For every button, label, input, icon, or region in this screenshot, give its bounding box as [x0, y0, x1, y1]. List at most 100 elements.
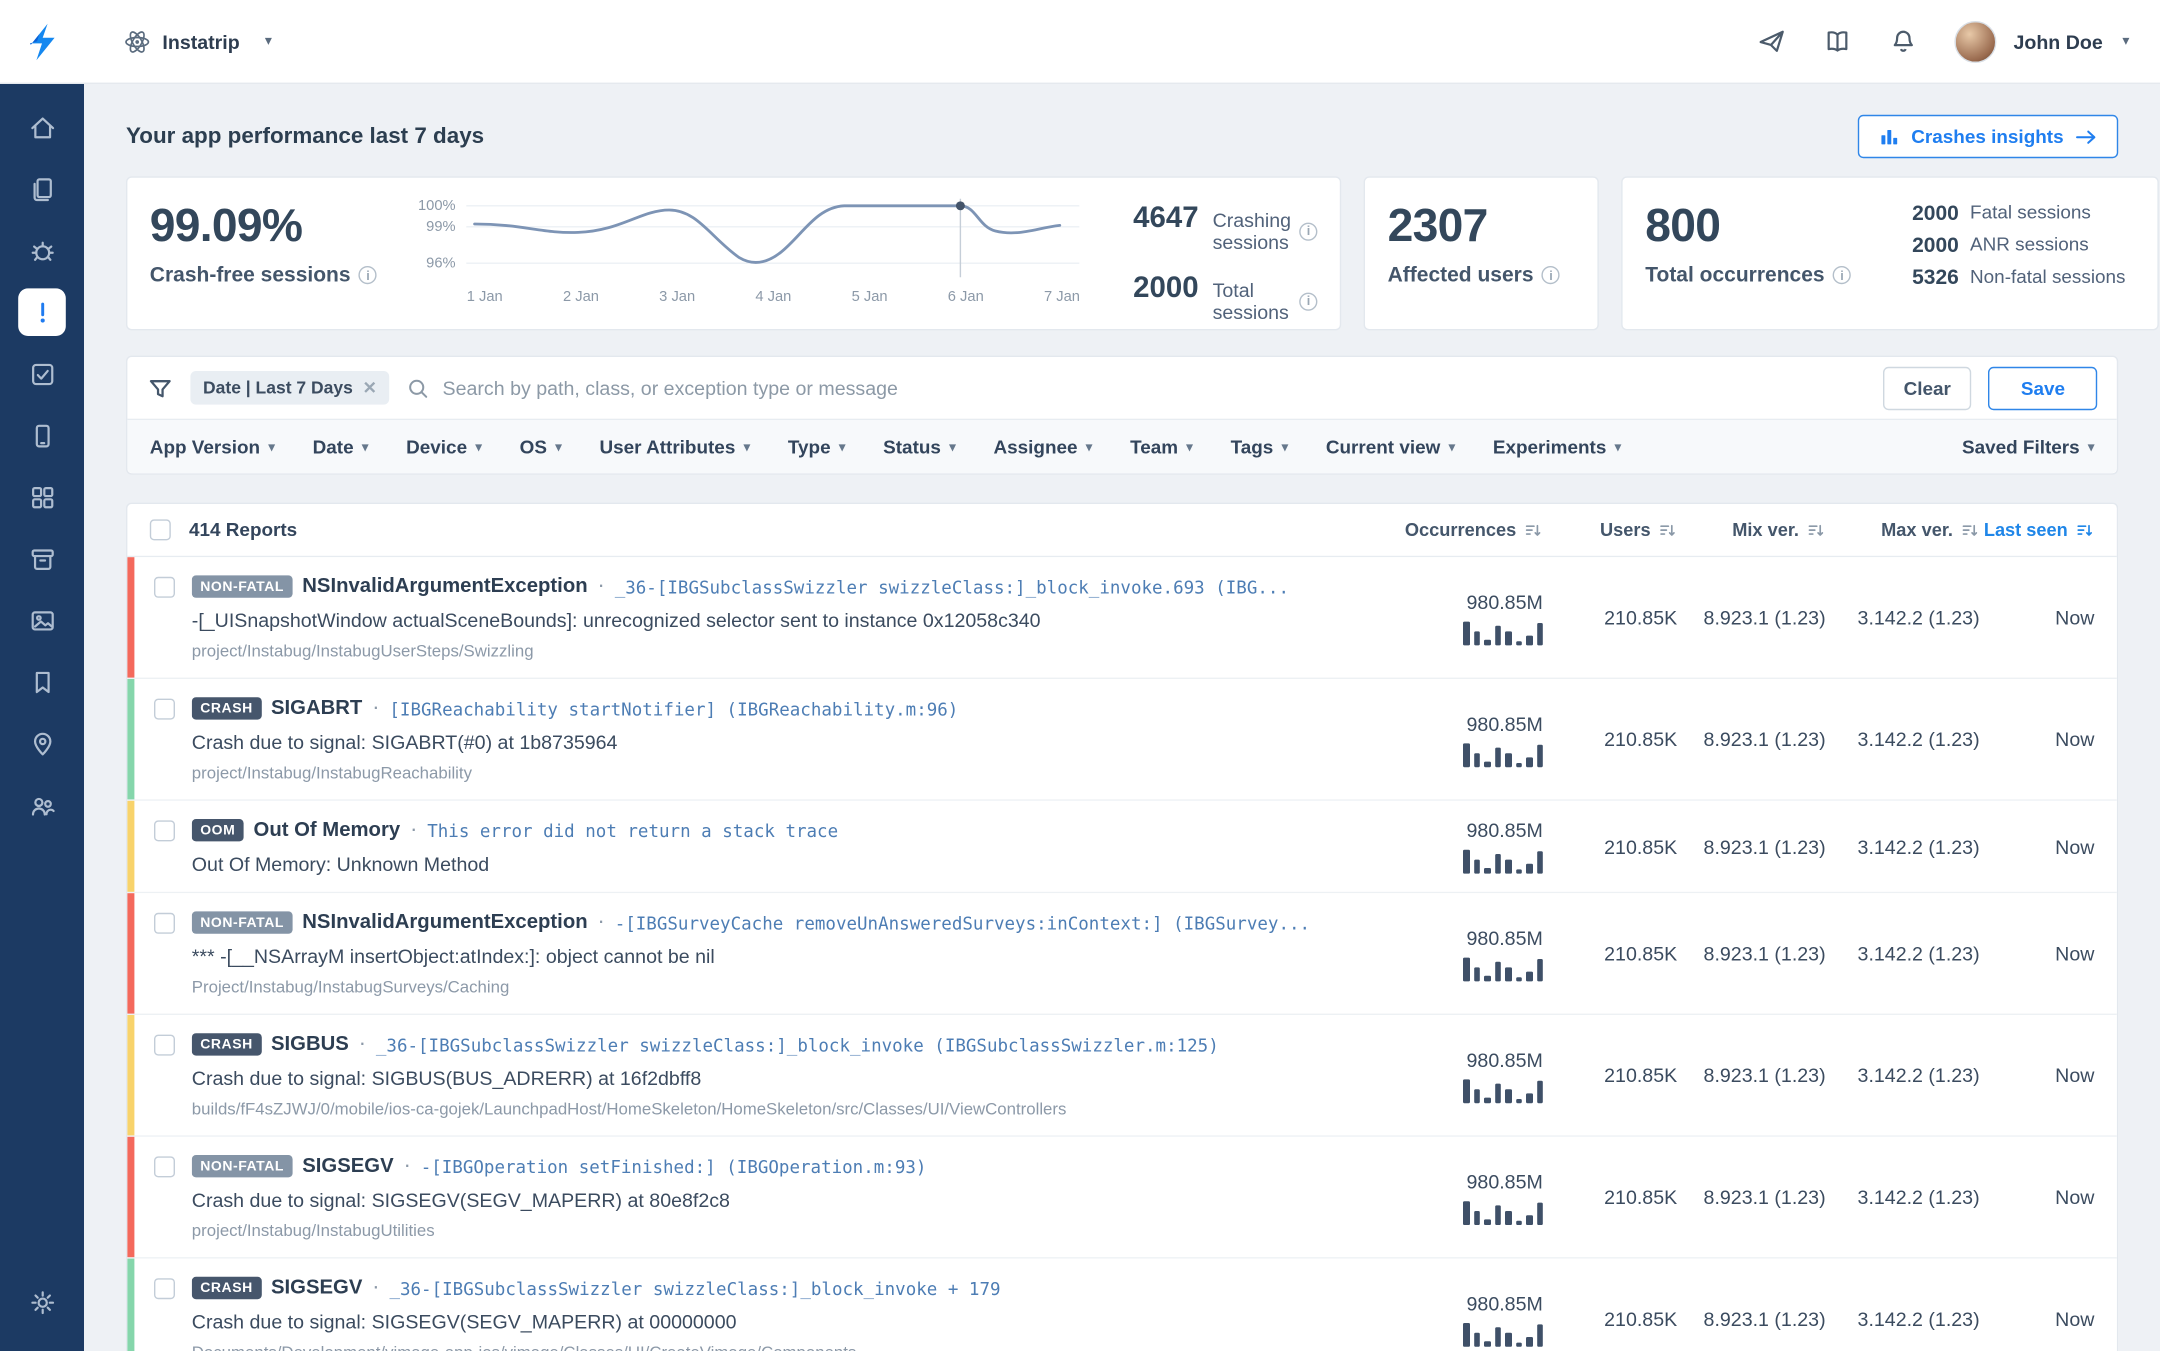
grid-apps-nav-item[interactable] — [18, 473, 66, 521]
last-seen-value: Now — [1980, 1308, 2095, 1330]
apm-device-nav-item[interactable] — [18, 412, 66, 460]
row-checkbox[interactable] — [154, 1278, 175, 1299]
total-sessions-value: 2000 — [1133, 272, 1198, 306]
report-row[interactable]: CRASHSIGBUS·_36-[IBGSubclassSwizzler swi… — [127, 1015, 2116, 1137]
clear-button[interactable]: Clear — [1883, 366, 1972, 409]
report-code: _36-[IBGSubclassSwizzler swizzleClass:]_… — [615, 576, 1289, 597]
info-icon[interactable]: i — [359, 266, 377, 284]
filter-status[interactable]: Status▾ — [883, 436, 956, 457]
filter-assignee[interactable]: Assignee▾ — [993, 436, 1092, 457]
reports-table: 414 Reports OccurrencesUsersMix ver.Max … — [126, 503, 2118, 1351]
crashes-nav-item[interactable] — [18, 288, 66, 336]
users-value: 210.85K — [1543, 1064, 1677, 1086]
bug-report-nav-item[interactable] — [18, 227, 66, 275]
separator: · — [359, 1032, 366, 1057]
severity-strip — [127, 679, 134, 799]
users-value: 210.85K — [1543, 942, 1677, 964]
date-filter-chip[interactable]: Date | Last 7 Days ✕ — [190, 371, 389, 405]
team-nav-item[interactable] — [18, 781, 66, 829]
report-row[interactable]: NON-FATALNSInvalidArgumentException·-[IB… — [127, 893, 2116, 1015]
bookmark-nav-item[interactable] — [18, 658, 66, 706]
surveys-nav-item[interactable] — [18, 350, 66, 398]
separator: · — [597, 910, 604, 935]
info-icon[interactable]: i — [1299, 222, 1317, 240]
filter-app-version[interactable]: App Version▾ — [150, 436, 275, 457]
close-icon[interactable]: ✕ — [363, 378, 377, 398]
row-checkbox[interactable] — [154, 699, 175, 720]
x-axis-label: 7 Jan — [1044, 288, 1080, 305]
select-all-checkbox[interactable] — [150, 519, 171, 540]
report-row[interactable]: OOMOut Of Memory·This error did not retu… — [127, 801, 2116, 893]
report-row[interactable]: CRASHSIGSEGV·_36-[IBGSubclassSwizzler sw… — [127, 1259, 2116, 1351]
filter-device[interactable]: Device▾ — [406, 436, 482, 457]
filter-tags[interactable]: Tags▾ — [1231, 436, 1288, 457]
report-path: project/Instabug/InstabugReachability — [192, 763, 1358, 783]
save-button[interactable]: Save — [1989, 366, 2098, 409]
user-menu-chevron-icon[interactable]: ▾ — [2122, 34, 2129, 49]
mix-version-value: 8.923.1 (1.23) — [1677, 606, 1825, 628]
info-icon[interactable]: i — [1299, 292, 1317, 310]
row-checkbox[interactable] — [154, 577, 175, 598]
column-header-users[interactable]: Users — [1543, 519, 1677, 540]
occurrences-sparkline — [1463, 850, 1543, 874]
severity-badge: NON-FATAL — [192, 575, 293, 597]
column-header-mix[interactable]: Mix ver. — [1677, 519, 1825, 540]
breakdown-value: 5326 — [1903, 266, 1959, 290]
chevron-down-icon: ▾ — [265, 34, 272, 49]
info-icon[interactable]: i — [1833, 266, 1851, 284]
crashing-sessions-label: Crashing sessions — [1213, 209, 1291, 254]
filter-type[interactable]: Type▾ — [788, 436, 845, 457]
release-notes-nav-item[interactable] — [18, 165, 66, 213]
archive-nav-item[interactable] — [18, 535, 66, 583]
instabug-logo[interactable] — [0, 20, 84, 62]
filter-user-attributes[interactable]: User Attributes▾ — [600, 436, 751, 457]
users-value: 210.85K — [1543, 835, 1677, 857]
filter-experiments[interactable]: Experiments▾ — [1493, 436, 1621, 457]
column-header-occ[interactable]: Occurrences — [1380, 519, 1542, 540]
book-icon[interactable] — [1823, 27, 1852, 56]
report-message: Out Of Memory: Unknown Method — [192, 853, 1358, 875]
filter-funnel-icon[interactable] — [147, 375, 174, 402]
user-avatar[interactable] — [1955, 20, 1997, 62]
filter-date[interactable]: Date▾ — [313, 436, 369, 457]
row-checkbox[interactable] — [154, 820, 175, 841]
users-value: 210.85K — [1543, 1308, 1677, 1330]
media-nav-item[interactable] — [18, 596, 66, 644]
settings-nav-item[interactable] — [18, 1278, 66, 1326]
row-checkbox[interactable] — [154, 1035, 175, 1056]
report-row[interactable]: NON-FATALNSInvalidArgumentException·_36-… — [127, 557, 2116, 679]
location-pin-nav-item[interactable] — [18, 720, 66, 768]
users-value: 210.85K — [1543, 1186, 1677, 1208]
mix-version-value: 8.923.1 (1.23) — [1677, 942, 1825, 964]
search-input[interactable] — [443, 377, 1866, 399]
filter-team[interactable]: Team▾ — [1130, 436, 1193, 457]
users-value: 210.85K — [1543, 728, 1677, 750]
filter-current-view[interactable]: Current view▾ — [1326, 436, 1455, 457]
separator: · — [372, 696, 379, 721]
crash-free-trend-chart: 100%99%96% 1 Jan2 Jan3 Jan4 Jan5 Jan6 Ja… — [416, 196, 1088, 314]
occurrences-value: 980.85M — [1467, 819, 1543, 841]
app-viewport: Instatrip ▾ John Doe ▾ — [0, 0, 2160, 1351]
column-header-last[interactable]: Last seen — [1980, 519, 2095, 540]
occurrences-value: 980.85M — [1467, 1048, 1543, 1070]
apm-device-icon — [27, 421, 56, 450]
info-icon[interactable]: i — [1542, 266, 1560, 284]
filter-os[interactable]: OS▾ — [520, 436, 562, 457]
report-row[interactable]: CRASHSIGABRT·[IBGReachability startNotif… — [127, 679, 2116, 801]
date-filter-chip-label: Date | Last 7 Days — [203, 378, 353, 398]
x-axis-label: 1 Jan — [467, 288, 503, 305]
row-checkbox[interactable] — [154, 1156, 175, 1177]
row-checkbox[interactable] — [154, 913, 175, 934]
bell-icon[interactable] — [1889, 27, 1918, 56]
paper-plane-icon[interactable] — [1757, 27, 1786, 56]
sidebar — [0, 84, 84, 1351]
crashes-insights-button[interactable]: Crashes insights — [1858, 115, 2118, 158]
home-nav-item[interactable] — [18, 104, 66, 152]
reports-count: 414 Reports — [189, 519, 297, 540]
column-header-max[interactable]: Max ver. — [1826, 519, 1980, 540]
occurrences-value: 980.85M — [1467, 590, 1543, 612]
chevron-down-icon: ▾ — [2088, 439, 2094, 454]
app-selector[interactable]: Instatrip ▾ — [123, 27, 272, 55]
saved-filters-dropdown[interactable]: Saved Filters▾ — [1962, 436, 2094, 457]
report-row[interactable]: NON-FATALSIGSEGV·-[IBGOperation setFinis… — [127, 1137, 2116, 1259]
